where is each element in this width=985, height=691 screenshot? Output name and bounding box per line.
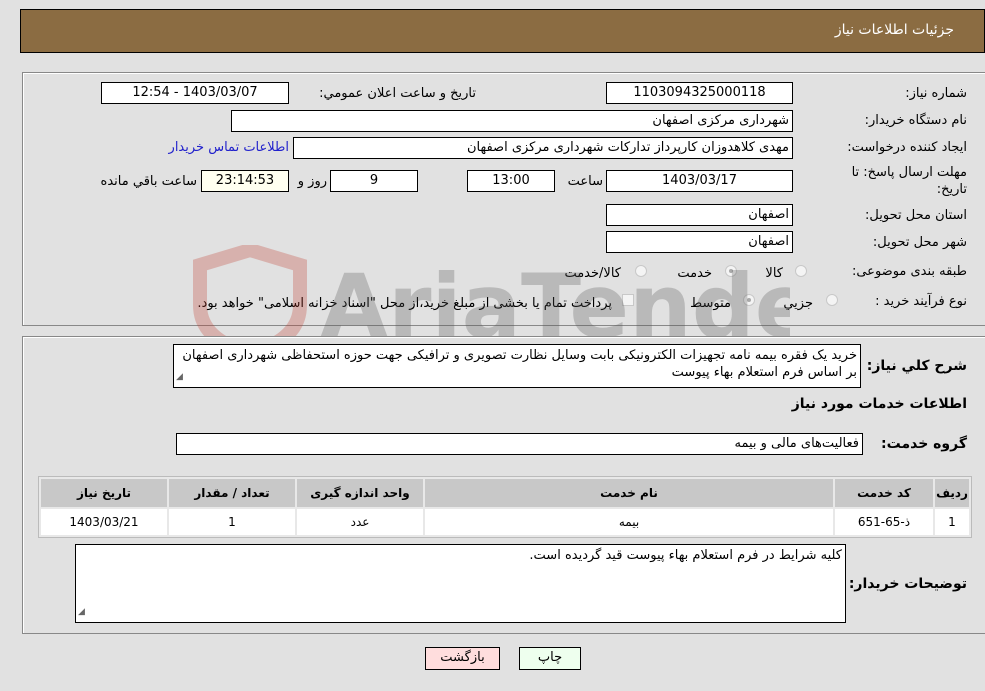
page-title: جزئیات اطلاعات نیاز <box>834 22 954 38</box>
buyer-notes-text: کلیه شرایط در فرم استعلام بهاء پیوست قید… <box>529 548 842 563</box>
treasury-checkbox[interactable] <box>622 294 634 306</box>
cell-unit: عدد <box>297 509 423 535</box>
buyer-org-field: شهرداری مرکزی اصفهان <box>231 110 793 132</box>
page-header: جزئیات اطلاعات نیاز <box>20 9 985 53</box>
services-table-wrapper: ردیف کد خدمت نام خدمت واحد اندازه گیری ت… <box>38 476 972 538</box>
delivery-province-field: اصفهان <box>606 204 793 226</box>
services-table: ردیف کد خدمت نام خدمت واحد اندازه گیری ت… <box>39 477 971 537</box>
print-button[interactable]: چاپ <box>519 647 581 670</box>
delivery-city-field: اصفهان <box>606 231 793 253</box>
description-label: شرح کلي نیاز: <box>866 358 967 374</box>
col-need-date: تاریخ نیاز <box>41 479 167 507</box>
requester-field: مهدی کلاهدوزان کارپرداز تدارکات شهرداری … <box>293 137 793 159</box>
time-remaining-label: ساعت باقي مانده <box>100 174 197 189</box>
purchase-partial-radio[interactable] <box>826 294 838 306</box>
days-remaining-field: 9 <box>330 170 418 192</box>
buyer-notes-textarea[interactable]: کلیه شرایط در فرم استعلام بهاء پیوست قید… <box>75 544 846 623</box>
need-number-field: 1103094325000118 <box>606 82 793 104</box>
cell-quantity: 1 <box>169 509 295 535</box>
purchase-medium-label: متوسط <box>690 296 731 311</box>
announce-datetime-label: تاریخ و ساعت اعلان عمومي: <box>319 86 476 101</box>
table-row: 1 ذ-65-651 بیمه عدد 1 1403/03/21 <box>41 509 969 535</box>
category-service-label: خدمت <box>677 266 712 281</box>
back-button[interactable]: بازگشت <box>425 647 500 670</box>
col-service-code: کد خدمت <box>835 479 933 507</box>
buyer-org-label: نام دستگاه خریدار: <box>864 113 967 128</box>
service-group-label: گروه خدمت: <box>881 436 967 452</box>
col-unit: واحد اندازه گیری <box>297 479 423 507</box>
col-quantity: تعداد / مقدار <box>169 479 295 507</box>
deadline-label-line1: مهلت ارسال پاسخ: تا <box>851 165 967 180</box>
buyer-contact-link[interactable]: اطلاعات تماس خریدار <box>169 140 289 155</box>
buyer-notes-label: توضیحات خریدار: <box>848 576 967 592</box>
deadline-time-field: 13:00 <box>467 170 555 192</box>
delivery-province-label: استان محل تحویل: <box>865 208 967 223</box>
cell-service-name: بیمه <box>425 509 833 535</box>
deadline-date-field: 1403/03/17 <box>606 170 793 192</box>
time-remaining-field: 23:14:53 <box>201 170 289 192</box>
description-textarea[interactable]: خرید یک فقره بیمه نامه تجهیزات الکترونیک… <box>173 344 861 388</box>
cell-service-code: ذ-65-651 <box>835 509 933 535</box>
treasury-note: پرداخت تمام یا بخشی از مبلغ خرید،از محل … <box>197 296 612 311</box>
description-text: خرید یک فقره بیمه نامه تجهیزات الکترونیک… <box>182 348 857 380</box>
cell-row-number: 1 <box>935 509 969 535</box>
category-service-radio[interactable] <box>725 265 737 277</box>
services-section-title: اطلاعات خدمات مورد نیاز <box>791 396 967 412</box>
category-goods-service-label: کالا/خدمت <box>564 266 621 281</box>
deadline-time-label: ساعت <box>567 174 603 189</box>
purchase-type-label: نوع فرآیند خرید : <box>875 294 967 309</box>
need-number-label: شماره نیاز: <box>905 86 967 101</box>
deadline-label-line2: تاریخ: <box>936 182 967 197</box>
table-header-row: ردیف کد خدمت نام خدمت واحد اندازه گیری ت… <box>41 479 969 507</box>
category-goods-radio[interactable] <box>795 265 807 277</box>
category-goods-label: کالا <box>765 266 783 281</box>
col-service-name: نام خدمت <box>425 479 833 507</box>
requester-label: ایجاد کننده درخواست: <box>847 140 967 155</box>
resize-handle-icon[interactable]: ◢ <box>176 369 183 386</box>
service-group-field: فعالیت‌های مالی و بیمه <box>176 433 863 455</box>
category-label: طبقه بندی موضوعی: <box>851 264 967 279</box>
days-label: روز و <box>297 174 327 189</box>
cell-need-date: 1403/03/21 <box>41 509 167 535</box>
category-goods-service-radio[interactable] <box>635 265 647 277</box>
delivery-city-label: شهر محل تحویل: <box>872 235 967 250</box>
purchase-partial-label: جزيي <box>783 296 813 311</box>
announce-datetime-field: 1403/03/07 - 12:54 <box>101 82 289 104</box>
purchase-medium-radio[interactable] <box>743 294 755 306</box>
resize-handle-icon[interactable]: ◢ <box>78 604 85 621</box>
col-row-number: ردیف <box>935 479 969 507</box>
